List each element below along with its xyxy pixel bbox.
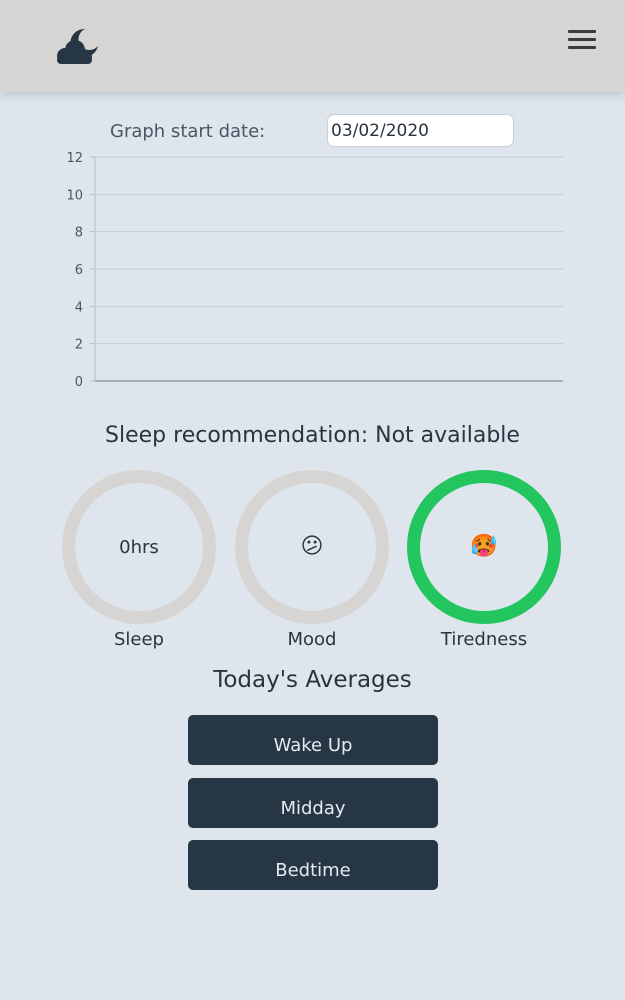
y-tick-label: 2 bbox=[75, 338, 83, 353]
sleep-recommendation: Sleep recommendation: Not available bbox=[105, 423, 520, 448]
y-tick-label: 4 bbox=[75, 300, 83, 315]
sleep-value: 0hrs bbox=[119, 536, 159, 558]
wake-up-button[interactable]: Wake Up bbox=[188, 715, 438, 765]
y-tick-label: 8 bbox=[75, 226, 83, 241]
todays-averages-title: Today's Averages bbox=[213, 667, 412, 693]
sleep-label: Sleep bbox=[113, 629, 164, 650]
top-navbar bbox=[0, 0, 625, 92]
midday-button[interactable]: Midday bbox=[188, 778, 438, 828]
confused-face-icon: 😕 bbox=[300, 534, 324, 559]
y-tick-label: 6 bbox=[75, 263, 83, 278]
mood-label: Mood bbox=[287, 629, 337, 650]
hamburger-menu-icon[interactable] bbox=[568, 30, 596, 54]
tiredness-ring[interactable]: 🥵 bbox=[407, 470, 561, 624]
y-tick-label: 12 bbox=[66, 151, 83, 166]
hot-face-icon: 🥵 bbox=[470, 534, 498, 559]
graph-start-date-input[interactable] bbox=[327, 114, 514, 147]
moon-cloud-icon[interactable] bbox=[55, 26, 99, 66]
y-axis-ticks: 0 2 4 6 8 10 12 bbox=[66, 151, 95, 390]
sleep-ring[interactable]: 0hrs bbox=[62, 470, 216, 624]
mood-ring[interactable]: 😕 bbox=[235, 470, 389, 624]
y-tick-label: 0 bbox=[75, 375, 83, 390]
tiredness-label: Tiredness bbox=[440, 629, 528, 650]
chart-grid bbox=[95, 156, 563, 345]
sleep-chart: 0 2 4 6 8 10 12 bbox=[66, 151, 563, 390]
bedtime-button[interactable]: Bedtime bbox=[188, 840, 438, 890]
y-tick-label: 10 bbox=[66, 188, 83, 203]
graph-start-date-label: Graph start date: bbox=[110, 121, 266, 142]
